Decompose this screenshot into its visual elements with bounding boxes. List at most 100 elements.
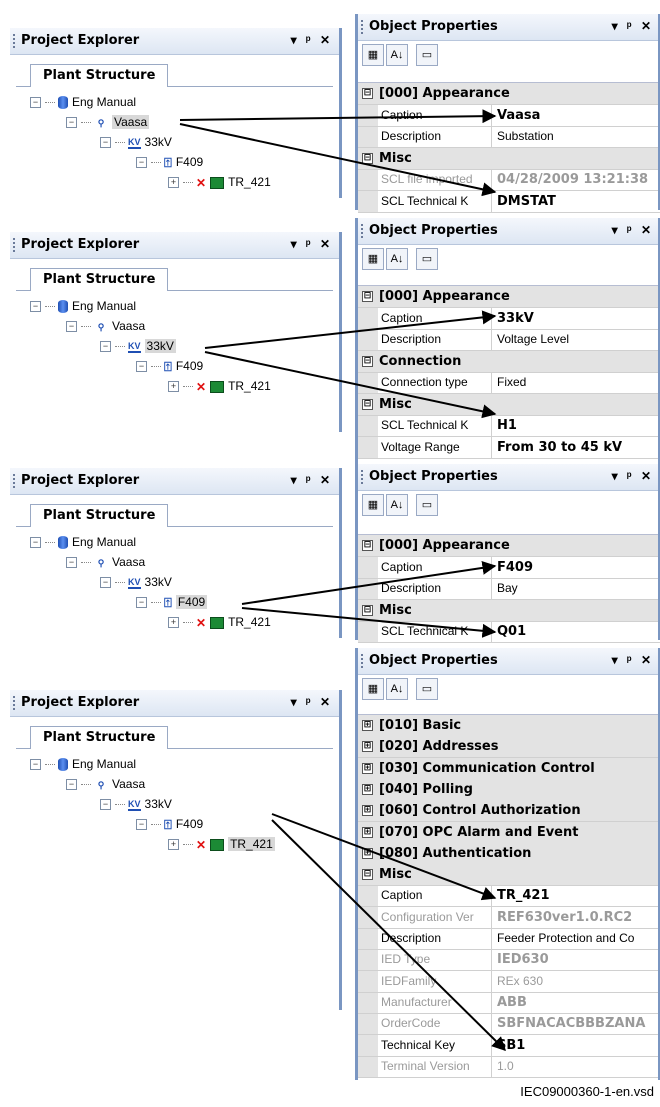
- tree-node-f409[interactable]: − ⍐ F409: [136, 356, 203, 376]
- tab-plant-structure[interactable]: Plant Structure: [30, 64, 169, 87]
- property-category[interactable]: ⊞ [060] Control Authorization: [358, 800, 660, 823]
- property-category[interactable]: ⊟ Misc: [358, 147, 660, 170]
- property-row[interactable]: Voltage Range From 30 to 45 kV: [358, 436, 660, 459]
- expand-icon[interactable]: +: [168, 839, 179, 851]
- sort-alphabetical-button[interactable]: A↓: [386, 44, 408, 66]
- drag-grip[interactable]: [361, 224, 363, 238]
- property-category[interactable]: ⊟ [000] Appearance: [358, 286, 660, 308]
- property-value[interactable]: 33kV: [494, 308, 660, 329]
- window-controls[interactable]: ▾ ᵖ ✕: [612, 19, 654, 33]
- property-row[interactable]: IEDFamily REx 630: [358, 970, 660, 993]
- tree-node-eng-manual[interactable]: − Eng Manual: [30, 532, 136, 552]
- tree-node-f409[interactable]: − ⍐ F409: [136, 814, 203, 834]
- drag-grip[interactable]: [361, 654, 363, 668]
- expand-icon[interactable]: +: [168, 617, 179, 629]
- property-pages-button[interactable]: ▭: [416, 44, 438, 66]
- property-category[interactable]: ⊟ Misc: [358, 599, 660, 622]
- property-row[interactable]: SCL file imported 04/28/2009 13:21:38: [358, 169, 660, 191]
- property-pages-button[interactable]: ▭: [416, 678, 438, 700]
- property-row[interactable]: OrderCode SBFNACACBBBZANA: [358, 1013, 660, 1036]
- property-value[interactable]: ABB: [494, 992, 660, 1013]
- category-toggle-icon[interactable]: ⊟: [362, 355, 373, 367]
- window-controls[interactable]: ▾ ᵖ ✕: [291, 695, 333, 709]
- property-value[interactable]: 1.0: [494, 1056, 660, 1077]
- sort-alphabetical-button[interactable]: A↓: [386, 494, 408, 516]
- property-row[interactable]: IED Type IED630: [358, 949, 660, 972]
- property-value[interactable]: DMSTAT: [494, 191, 660, 212]
- collapse-icon[interactable]: −: [30, 759, 41, 771]
- property-row[interactable]: Configuration Ver REF630ver1.0.RC2: [358, 906, 660, 929]
- tab-plant-structure[interactable]: Plant Structure: [30, 504, 169, 527]
- property-row[interactable]: Manufacturer ABB: [358, 991, 660, 1014]
- categorized-view-button[interactable]: ▦: [362, 678, 384, 700]
- collapse-icon[interactable]: −: [66, 321, 77, 333]
- tree-node-eng-manual[interactable]: − Eng Manual: [30, 296, 136, 316]
- property-value[interactable]: Q01: [494, 621, 660, 642]
- tree-node-33kv[interactable]: − KV 33kV: [100, 794, 172, 814]
- property-value[interactable]: From 30 to 45 kV: [494, 437, 660, 458]
- category-toggle-icon[interactable]: ⊟: [362, 152, 373, 164]
- drag-grip[interactable]: [13, 34, 15, 48]
- expand-icon[interactable]: +: [168, 381, 179, 393]
- categorized-view-button[interactable]: ▦: [362, 44, 384, 66]
- property-row[interactable]: SCL Technical K DMSTAT: [358, 190, 660, 213]
- window-controls[interactable]: ▾ ᵖ ✕: [291, 33, 333, 47]
- category-toggle-icon[interactable]: ⊟: [362, 88, 373, 99]
- property-row[interactable]: Technical Key SB1: [358, 1034, 660, 1057]
- collapse-icon[interactable]: −: [66, 117, 77, 129]
- property-value[interactable]: SBFNACACBBBZANA: [494, 1013, 660, 1034]
- property-value[interactable]: F409: [494, 557, 660, 578]
- property-row[interactable]: SCL Technical K H1: [358, 415, 660, 437]
- property-value[interactable]: REF630ver1.0.RC2: [494, 907, 660, 928]
- collapse-icon[interactable]: −: [136, 157, 147, 169]
- category-toggle-icon[interactable]: ⊟: [362, 604, 373, 616]
- property-row[interactable]: Caption F409: [358, 556, 660, 579]
- property-value[interactable]: Substation: [494, 126, 660, 147]
- property-category[interactable]: ⊞ [080] Authentication: [358, 842, 660, 865]
- property-value[interactable]: Bay: [494, 578, 660, 599]
- property-category[interactable]: ⊞ [010] Basic: [358, 715, 660, 737]
- category-toggle-icon[interactable]: ⊟: [362, 291, 373, 302]
- collapse-icon[interactable]: −: [100, 341, 111, 353]
- property-category[interactable]: ⊟ [000] Appearance: [358, 83, 660, 105]
- property-row[interactable]: Caption 33kV: [358, 307, 660, 330]
- tree-node-tr421[interactable]: + ✕ TR_421: [168, 376, 271, 396]
- property-value[interactable]: REx 630: [494, 971, 660, 992]
- tree-node-vaasa[interactable]: − ⚲ Vaasa: [66, 774, 145, 794]
- property-value[interactable]: H1: [494, 415, 660, 436]
- tree-node-tr421[interactable]: + ✕ TR_421: [168, 172, 271, 192]
- property-row[interactable]: Connection type Fixed: [358, 372, 660, 394]
- tree-node-eng-manual[interactable]: − Eng Manual: [30, 754, 136, 774]
- tab-plant-structure[interactable]: Plant Structure: [30, 268, 169, 291]
- collapse-icon[interactable]: −: [66, 779, 77, 791]
- drag-grip[interactable]: [13, 474, 15, 488]
- sort-alphabetical-button[interactable]: A↓: [386, 248, 408, 270]
- property-row[interactable]: SCL Technical K Q01: [358, 621, 660, 643]
- collapse-icon[interactable]: −: [136, 597, 147, 609]
- category-toggle-icon[interactable]: ⊞: [362, 847, 373, 859]
- collapse-icon[interactable]: −: [100, 137, 111, 149]
- drag-grip[interactable]: [361, 470, 363, 484]
- property-row[interactable]: Caption TR_421: [358, 885, 660, 908]
- tree-node-tr421[interactable]: + ✕ TR_421: [168, 612, 271, 632]
- property-category[interactable]: ⊞ [070] OPC Alarm and Event: [358, 821, 660, 844]
- category-toggle-icon[interactable]: ⊞: [362, 720, 373, 731]
- category-toggle-icon[interactable]: ⊟: [362, 540, 373, 551]
- collapse-icon[interactable]: −: [66, 557, 77, 569]
- property-value[interactable]: SB1: [494, 1035, 660, 1056]
- tree-node-tr421[interactable]: + ✕ TR_421: [168, 834, 275, 854]
- categorized-view-button[interactable]: ▦: [362, 494, 384, 516]
- drag-grip[interactable]: [361, 20, 363, 34]
- category-toggle-icon[interactable]: ⊟: [362, 398, 373, 410]
- collapse-icon[interactable]: −: [136, 361, 147, 373]
- property-category[interactable]: ⊟ Misc: [358, 864, 660, 887]
- tree-node-33kv[interactable]: − KV 33kV: [100, 572, 172, 592]
- property-row[interactable]: Caption Vaasa: [358, 104, 660, 127]
- property-row[interactable]: Description Bay: [358, 578, 660, 600]
- window-controls[interactable]: ▾ ᵖ ✕: [291, 473, 333, 487]
- property-category[interactable]: ⊞ [030] Communication Control: [358, 757, 660, 780]
- category-toggle-icon[interactable]: ⊞: [362, 826, 373, 838]
- tree-node-f409[interactable]: − ⍐ F409: [136, 152, 203, 172]
- window-controls[interactable]: ▾ ᵖ ✕: [612, 469, 654, 483]
- property-category[interactable]: ⊞ [020] Addresses: [358, 736, 660, 759]
